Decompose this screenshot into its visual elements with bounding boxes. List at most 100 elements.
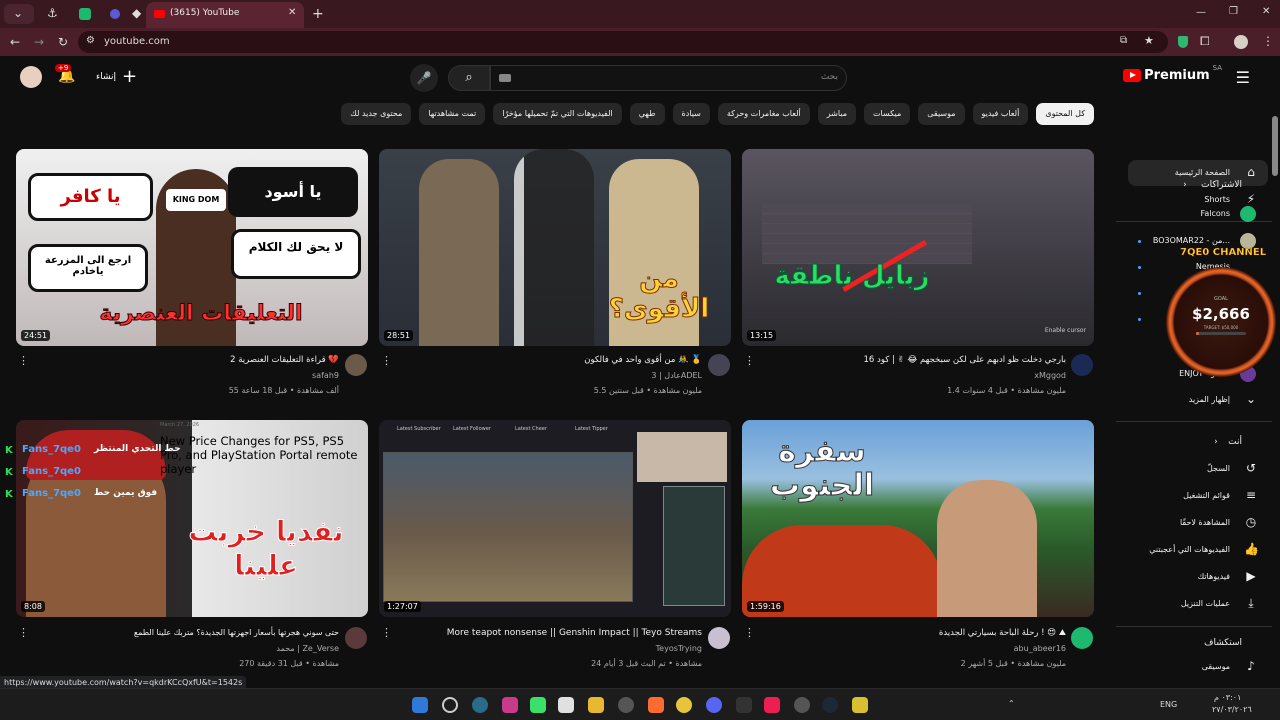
guide-menu-icon[interactable]: ☰	[1236, 68, 1250, 87]
sidebar-item-you-4[interactable]: فيديوهاتك ▶	[1128, 564, 1268, 590]
more-actions-icon[interactable]: ⋮	[18, 626, 29, 639]
profile-avatar-icon[interactable]	[1234, 35, 1248, 49]
app-icon[interactable]	[558, 697, 574, 713]
channel-avatar[interactable]	[1071, 354, 1093, 376]
chip-3[interactable]: ميكسات	[864, 103, 911, 125]
sidebar-item-you-0[interactable]: السجلّ ↺	[1128, 456, 1268, 482]
close-tab-icon[interactable]: ✕	[288, 7, 296, 18]
back-icon[interactable]: ←	[10, 35, 20, 49]
chip-7[interactable]: طهي	[629, 103, 665, 125]
clock-time[interactable]: ٠٣:٠١ م	[1214, 693, 1241, 702]
chip-8[interactable]: الفيديوهات التي تمّ تحميلها مؤخرًا	[493, 103, 622, 125]
tab-youtube[interactable]: (3615) YouTube ✕	[146, 2, 304, 28]
chip-4[interactable]: مباشر	[817, 103, 857, 125]
video-thumbnail[interactable]: من الأقوى؟ 28:51	[379, 149, 731, 346]
video-thumbnail[interactable]: سفرة الجنوب 1:59:16	[742, 420, 1094, 617]
discord-icon[interactable]	[706, 697, 722, 713]
pinned-tab-2[interactable]	[70, 4, 100, 24]
account-avatar[interactable]	[20, 66, 42, 88]
more-actions-icon[interactable]: ⋮	[381, 626, 392, 639]
settings-gear-icon[interactable]	[472, 697, 488, 713]
video-title[interactable]: رحلة الباحة بسيارتي الجديدة ! 😍 ⛰	[939, 628, 1066, 638]
video-thumbnail[interactable]: KING DOM يا أسود يا كافر لا يحق لك الكلا…	[16, 149, 368, 346]
channel-avatar[interactable]	[345, 627, 367, 649]
channel-name[interactable]: safah9	[312, 371, 339, 380]
app-icon[interactable]	[502, 697, 518, 713]
keyboard-icon[interactable]	[499, 74, 511, 82]
channel-name[interactable]: عادل | 3ADEL	[651, 371, 702, 380]
chip-1[interactable]: ألعاب فيديو	[972, 103, 1029, 125]
bookmark-star-icon[interactable]: ★	[1144, 34, 1154, 47]
video-title[interactable]: قراءة التعليقات العنصرية 2 💔	[230, 355, 339, 365]
chrome-icon[interactable]	[676, 697, 692, 713]
video-title[interactable]: من أقوى واحد في فالكون 🤼 🥇	[584, 355, 702, 365]
more-actions-icon[interactable]: ⋮	[744, 626, 755, 639]
you-header[interactable]: أنت ›	[1214, 437, 1242, 447]
show-more-button[interactable]: إظهار المزيد ⌄	[1128, 387, 1268, 413]
channel-avatar[interactable]	[708, 627, 730, 649]
pinned-tab-1[interactable]: ⚓	[38, 4, 68, 24]
video-thumbnail[interactable]: Latest Subscriber Latest Follower Latest…	[379, 420, 731, 617]
install-app-icon[interactable]: ⧉	[1120, 35, 1127, 46]
tab-search-button[interactable]: ⌄	[4, 4, 34, 24]
language-indicator[interactable]: ENG	[1160, 700, 1177, 709]
more-actions-icon[interactable]: ⋮	[744, 354, 755, 367]
maximize-icon[interactable]: ❐	[1229, 6, 1238, 17]
close-window-icon[interactable]: ✕	[1262, 6, 1270, 17]
sidebar-item-you-2[interactable]: المشاهدة لاحقًا ◷	[1128, 510, 1268, 536]
create-button[interactable]: إنشاء +	[96, 66, 137, 87]
new-tab-icon[interactable]: +	[312, 6, 324, 22]
app-icon[interactable]	[618, 697, 634, 713]
browser-menu-icon[interactable]: ⋮	[1262, 34, 1274, 48]
channel-avatar[interactable]	[345, 354, 367, 376]
sidebar-item-you-3[interactable]: الفيديوهات التي أعجبتني 👍	[1128, 537, 1268, 563]
channel-name[interactable]: محمد | Ze_Verse	[276, 644, 339, 653]
app-icon[interactable]	[530, 697, 546, 713]
reload-icon[interactable]: ↻	[58, 35, 68, 49]
more-actions-icon[interactable]: ⋮	[381, 354, 392, 367]
address-bar[interactable]: ⚙ youtube.com ⧉ ★	[78, 31, 1168, 53]
sidebar-item-music[interactable]: موسيقى ♪	[1128, 654, 1268, 680]
search-icon[interactable]	[442, 697, 458, 713]
chip-2[interactable]: موسيقى	[918, 103, 965, 125]
youtube-premium-logo[interactable]: Premium SA	[1123, 64, 1222, 83]
chip-6[interactable]: سيادة	[672, 103, 710, 125]
tiktok-icon[interactable]	[764, 697, 780, 713]
video-thumbnail[interactable]: زبايل ناطقة Enable cursor 13:15	[742, 149, 1094, 346]
chip-9[interactable]: تمت مشاهدتها	[419, 103, 486, 125]
minimize-icon[interactable]: —	[1196, 7, 1206, 18]
start-icon[interactable]	[412, 697, 428, 713]
search-input[interactable]: بحث	[490, 65, 847, 91]
brave-icon[interactable]	[648, 697, 664, 713]
tray-chevron-icon[interactable]: ⌃	[1008, 699, 1015, 708]
site-info-icon[interactable]: ⚙	[86, 35, 95, 46]
video-title[interactable]: بارجي دخلت ظو ادبهم على لكن سبخجهم 😂 ✌ |…	[864, 355, 1067, 365]
app-icon[interactable]	[852, 697, 868, 713]
terminal-icon[interactable]	[736, 697, 752, 713]
video-title[interactable]: حتى سوني هجرتها بأسعار اجهزتها الجديدة؟ …	[134, 628, 339, 637]
page-scrollbar[interactable]	[1272, 116, 1278, 176]
sidebar-channel-falcons[interactable]: Falcons	[1128, 201, 1268, 227]
video-title[interactable]: More teapot nonsense || Genshin Impact |…	[447, 628, 702, 638]
file-explorer-icon[interactable]	[588, 697, 604, 713]
channel-name[interactable]: abu_abeer16	[1014, 644, 1066, 653]
more-actions-icon[interactable]: ⋮	[18, 354, 29, 367]
chip-0[interactable]: كل المحتوى	[1036, 103, 1094, 125]
voice-search-button[interactable]: 🎤	[410, 64, 438, 92]
channel-avatar[interactable]	[708, 354, 730, 376]
sidebar-item-you-5[interactable]: عمليات التنزيل ⤓	[1128, 591, 1268, 617]
channel-name[interactable]: TeyosTrying	[656, 644, 702, 653]
subscriptions-header[interactable]: الاشتراكات ›	[1183, 180, 1242, 190]
search-button[interactable]: ⌕	[448, 65, 490, 91]
clock-date[interactable]: ٢٧/٠٣/٢٠٢٦	[1212, 705, 1252, 714]
chip-10[interactable]: محتوى جديد لك	[341, 103, 412, 125]
app-icon[interactable]	[794, 697, 810, 713]
steam-icon[interactable]	[822, 697, 838, 713]
forward-icon[interactable]: →	[34, 35, 44, 49]
chip-5[interactable]: ألعاب مغامرات وحركة	[717, 103, 810, 125]
extension-shield-icon[interactable]	[1178, 36, 1188, 48]
extensions-icon[interactable]: ⧠	[1200, 34, 1210, 49]
channel-name[interactable]: xMggod	[1034, 371, 1066, 380]
channel-avatar[interactable]	[1071, 627, 1093, 649]
sidebar-item-you-1[interactable]: قوائم التشغيل ≡	[1128, 483, 1268, 509]
